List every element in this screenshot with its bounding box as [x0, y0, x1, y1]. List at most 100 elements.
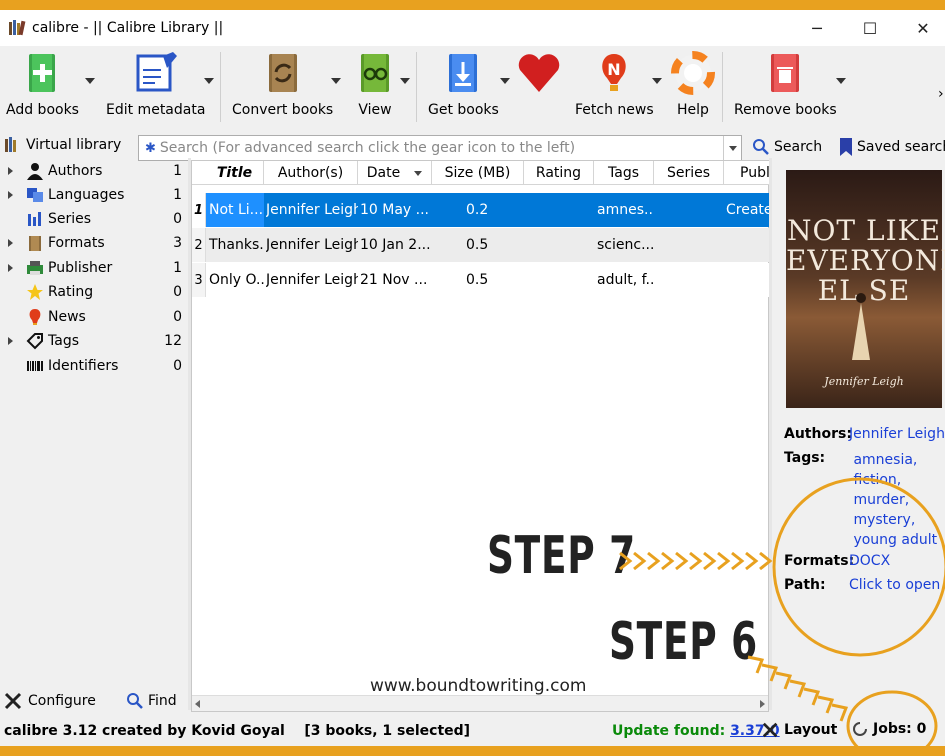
column-header-size[interactable]: Size (MB) — [432, 161, 524, 185]
view-dropdown-arrow[interactable] — [400, 78, 410, 84]
svg-text:N: N — [608, 60, 621, 79]
column-header-date[interactable]: Date — [358, 161, 432, 185]
search-input[interactable]: ✱ Search (For advanced search click the … — [138, 135, 742, 161]
get-books-button[interactable]: Get books — [428, 50, 499, 118]
remove-books-dropdown-arrow[interactable] — [836, 78, 846, 84]
details-tag-link[interactable]: amnesia, — [853, 450, 937, 470]
horizontal-scrollbar[interactable] — [192, 695, 768, 711]
donate-button[interactable] — [516, 50, 562, 96]
details-tag-link[interactable]: young adult — [853, 530, 937, 550]
maximize-button[interactable]: ☐ — [845, 10, 895, 46]
book-cover[interactable]: NOT LIKE EVERYONE EL SE Jennifer Leigh — [786, 170, 945, 408]
details-path-row: Path: Click to open — [784, 577, 940, 593]
expand-arrow-icon[interactable] — [8, 191, 13, 199]
spinner-icon — [853, 722, 867, 736]
scroll-right-arrow-icon[interactable] — [760, 700, 765, 708]
expand-arrow-icon[interactable] — [8, 337, 13, 345]
details-path-key: Path: — [784, 577, 826, 593]
sidebar-item-formats[interactable]: Formats 3 — [0, 231, 188, 255]
sidebar-item-languages[interactable]: Languages 1 — [0, 183, 188, 207]
sidebar-item-identifiers[interactable]: Identifiers 0 — [0, 354, 188, 378]
add-books-icon — [29, 54, 56, 92]
column-header-authors[interactable]: Author(s) — [264, 161, 358, 185]
scroll-left-arrow-icon[interactable] — [195, 700, 200, 708]
sidebar-item-count: 1 — [173, 260, 182, 276]
expand-arrow-icon[interactable] — [8, 264, 13, 272]
find-button[interactable]: Find — [126, 692, 177, 710]
column-header-series[interactable]: Series — [654, 161, 724, 185]
saved-search-button[interactable]: Saved search — [840, 138, 945, 156]
sidebar-item-authors[interactable]: Authors 1 — [0, 159, 188, 183]
get-books-dropdown-arrow[interactable] — [500, 78, 510, 84]
column-header-publisher[interactable]: Publ — [724, 161, 770, 185]
jobs-button[interactable]: Jobs: 0 — [852, 721, 926, 737]
edit-metadata-button[interactable]: Edit metadata — [106, 50, 205, 118]
add-books-dropdown-arrow[interactable] — [85, 78, 95, 84]
virtual-library-button[interactable]: Virtual library — [4, 136, 121, 154]
search-button[interactable]: Search — [752, 138, 822, 156]
remove-books-label: Remove books — [734, 102, 837, 118]
gear-icon[interactable]: ✱ — [145, 141, 156, 156]
book-details-panel: NOT LIKE EVERYONE EL SE Jennifer Leigh A… — [772, 158, 945, 702]
sidebar-item-publisher[interactable]: Publisher 1 — [0, 256, 188, 280]
tag-browser: Authors 1 Languages 1 Series 0 Formats 3… — [0, 158, 188, 700]
sidebar-item-series[interactable]: Series 0 — [0, 207, 188, 231]
sidebar-item-label: Languages — [48, 187, 125, 203]
help-label: Help — [677, 102, 709, 118]
search-history-dropdown[interactable] — [723, 136, 741, 160]
details-path-link[interactable]: Click to open — [849, 577, 940, 593]
close-button[interactable]: ✕ — [898, 10, 945, 46]
cell-author: Jennifer Leigh — [266, 237, 358, 253]
update-notice: Update found: 3.37.0 — [612, 723, 780, 739]
sort-arrow-icon — [414, 170, 423, 176]
sidebar-item-label: Publisher — [48, 260, 113, 276]
sidebar-item-tags[interactable]: Tags 12 — [0, 329, 188, 353]
convert-books-dropdown-arrow[interactable] — [331, 78, 341, 84]
edit-metadata-dropdown-arrow[interactable] — [204, 78, 214, 84]
remove-books-button[interactable]: Remove books — [734, 50, 837, 118]
calibre-app-icon — [9, 20, 26, 36]
fetch-news-label: Fetch news — [575, 102, 654, 118]
convert-books-button[interactable]: Convert books — [232, 50, 333, 118]
table-row[interactable]: 1 Not Li... Jennifer Leigh 10 May ... 0.… — [192, 193, 770, 227]
toolbar-overflow-button[interactable]: › — [938, 86, 944, 102]
view-button[interactable]: View — [352, 50, 398, 118]
details-tag-link[interactable]: fiction, — [853, 470, 937, 490]
fetch-news-button[interactable]: N Fetch news — [575, 50, 654, 118]
table-row[interactable]: 2 Thanks... Jennifer Leigh 10 Jan 2... 0… — [192, 228, 770, 262]
expand-arrow-icon[interactable] — [8, 239, 13, 247]
sidebar-item-label: Formats — [48, 235, 105, 251]
expand-arrow-icon[interactable] — [8, 167, 13, 175]
column-header-title[interactable]: Title — [206, 161, 264, 185]
sidebar-item-label: Series — [48, 211, 92, 227]
cell-size: 0.2 — [466, 202, 489, 218]
cell-title: Only O... — [209, 272, 264, 288]
add-books-button[interactable]: Add books — [6, 50, 79, 118]
cell-size: 0.5 — [466, 237, 489, 253]
table-row[interactable]: 3 Only O... Jennifer Leigh 21 Nov ... 0.… — [192, 263, 770, 297]
details-format-link[interactable]: DOCX — [849, 553, 890, 569]
row-number: 3 — [192, 263, 206, 297]
barcode-icon — [27, 361, 43, 371]
person-icon — [27, 163, 43, 180]
cell-size: 0.5 — [466, 272, 489, 288]
minimize-button[interactable]: ─ — [792, 10, 842, 46]
sidebar-item-news[interactable]: News 0 — [0, 305, 188, 329]
column-header-tags[interactable]: Tags — [594, 161, 654, 185]
tag-icon — [26, 333, 43, 350]
fetch-news-dropdown-arrow[interactable] — [652, 78, 662, 84]
toolbar-separator — [220, 52, 221, 122]
details-tag-link[interactable]: mystery, — [853, 510, 937, 530]
add-books-label: Add books — [6, 102, 79, 118]
help-button[interactable]: Help — [670, 50, 716, 118]
layout-button[interactable]: Layout — [762, 721, 837, 739]
get-books-icon — [449, 54, 478, 92]
edit-metadata-label: Edit metadata — [106, 102, 206, 118]
sidebar-item-rating[interactable]: Rating 0 — [0, 280, 188, 304]
sidebar-item-label: Tags — [48, 333, 79, 349]
status-bar: calibre 3.12 created by Kovid Goyal [3 b… — [0, 716, 945, 746]
details-authors-link[interactable]: Jennifer Leigh — [849, 426, 945, 442]
configure-button[interactable]: Configure — [4, 692, 96, 710]
details-tag-link[interactable]: murder, — [853, 490, 937, 510]
column-header-rating[interactable]: Rating — [524, 161, 594, 185]
